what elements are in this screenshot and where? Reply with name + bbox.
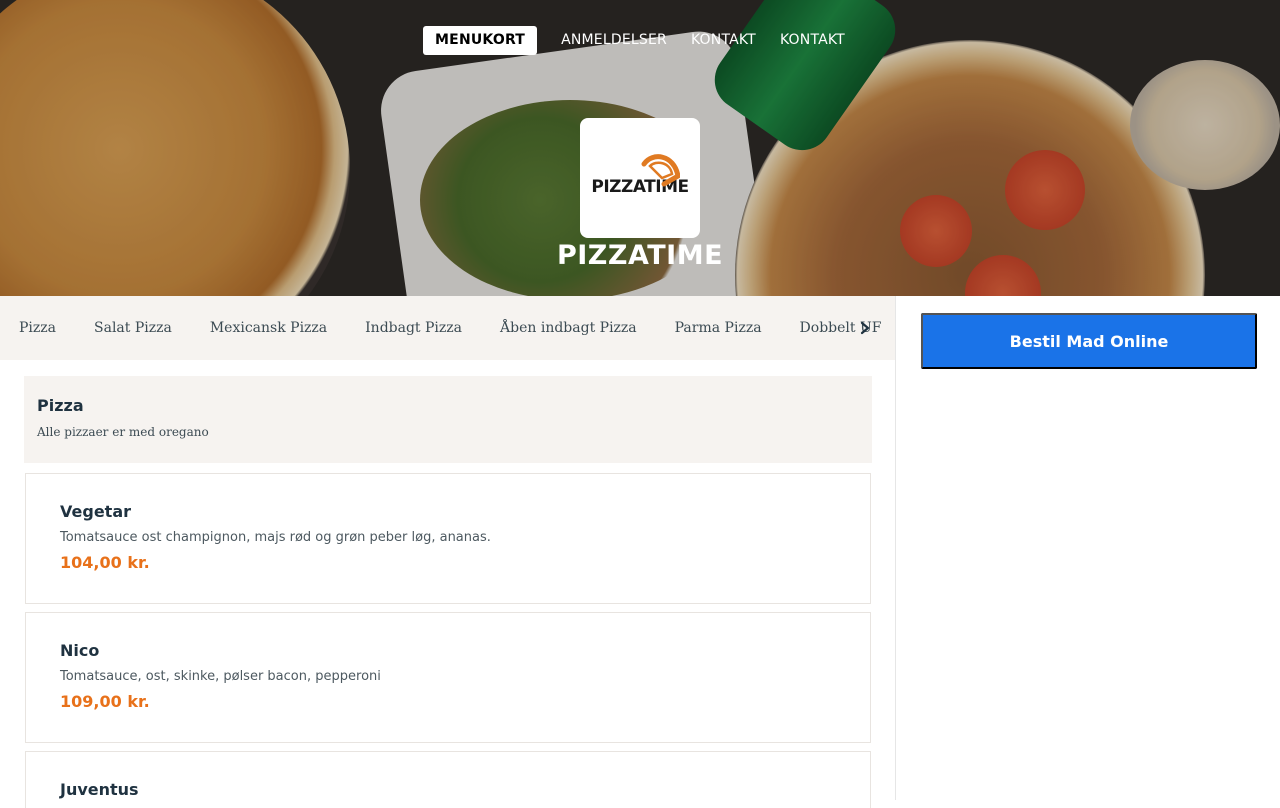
category-aaben-indbagt-pizza[interactable]: Åben indbagt Pizza	[481, 320, 656, 336]
nav-anmeldelser[interactable]: ANMELDELSER	[549, 26, 679, 55]
menu-item-price: 109,00 kr.	[60, 692, 150, 711]
pizza-slice-icon	[641, 154, 680, 187]
category-indbagt-pizza[interactable]: Indbagt Pizza	[346, 320, 481, 336]
menu-section-header: Pizza Alle pizzaer er med oregano	[24, 376, 872, 463]
menu-item-description: Tomatsauce ost champignon, majs rød og g…	[60, 530, 491, 545]
category-pizza[interactable]: Pizza	[0, 320, 75, 336]
menu-item[interactable]: Nico Tomatsauce, ost, skinke, pølser bac…	[25, 612, 871, 743]
category-salat-pizza[interactable]: Salat Pizza	[75, 320, 191, 336]
hero-banner: MENUKORT ANMELDELSER KONTAKT KONTAKT PIZ…	[0, 0, 1280, 296]
top-navigation: MENUKORT ANMELDELSER KONTAKT KONTAKT	[0, 26, 1280, 55]
order-sidebar: Bestil Mad Online	[895, 296, 1280, 800]
category-bar: Pizza Salat Pizza Mexicansk Pizza Indbag…	[0, 296, 895, 360]
category-dobbelt-uf[interactable]: Dobbelt UF	[781, 320, 895, 336]
category-parma-pizza[interactable]: Parma Pizza	[656, 320, 781, 336]
category-mexicansk-pizza[interactable]: Mexicansk Pizza	[191, 320, 346, 336]
nav-menukort[interactable]: MENUKORT	[423, 26, 538, 55]
chevron-right-icon[interactable]	[857, 318, 873, 338]
order-online-button[interactable]: Bestil Mad Online	[921, 313, 1257, 369]
restaurant-name: PIZZATIME	[556, 240, 724, 271]
menu-item-name: Juventus	[60, 780, 139, 799]
menu-item-name: Vegetar	[60, 502, 131, 521]
menu-item-description: Tomatsauce, ost, skinke, pølser bacon, p…	[60, 669, 381, 684]
nav-kontakt-2[interactable]: KONTAKT	[768, 26, 857, 55]
nav-kontakt[interactable]: KONTAKT	[679, 26, 768, 55]
section-subtitle: Alle pizzaer er med oregano	[37, 425, 209, 439]
menu-item[interactable]: Vegetar Tomatsauce ost champignon, majs …	[25, 473, 871, 604]
section-title: Pizza	[37, 396, 84, 415]
menu-item-name: Nico	[60, 641, 100, 660]
restaurant-logo: PIZZATIME	[580, 118, 700, 238]
menu-item[interactable]: Juventus	[25, 751, 871, 808]
menu-item-price: 104,00 kr.	[60, 553, 150, 572]
